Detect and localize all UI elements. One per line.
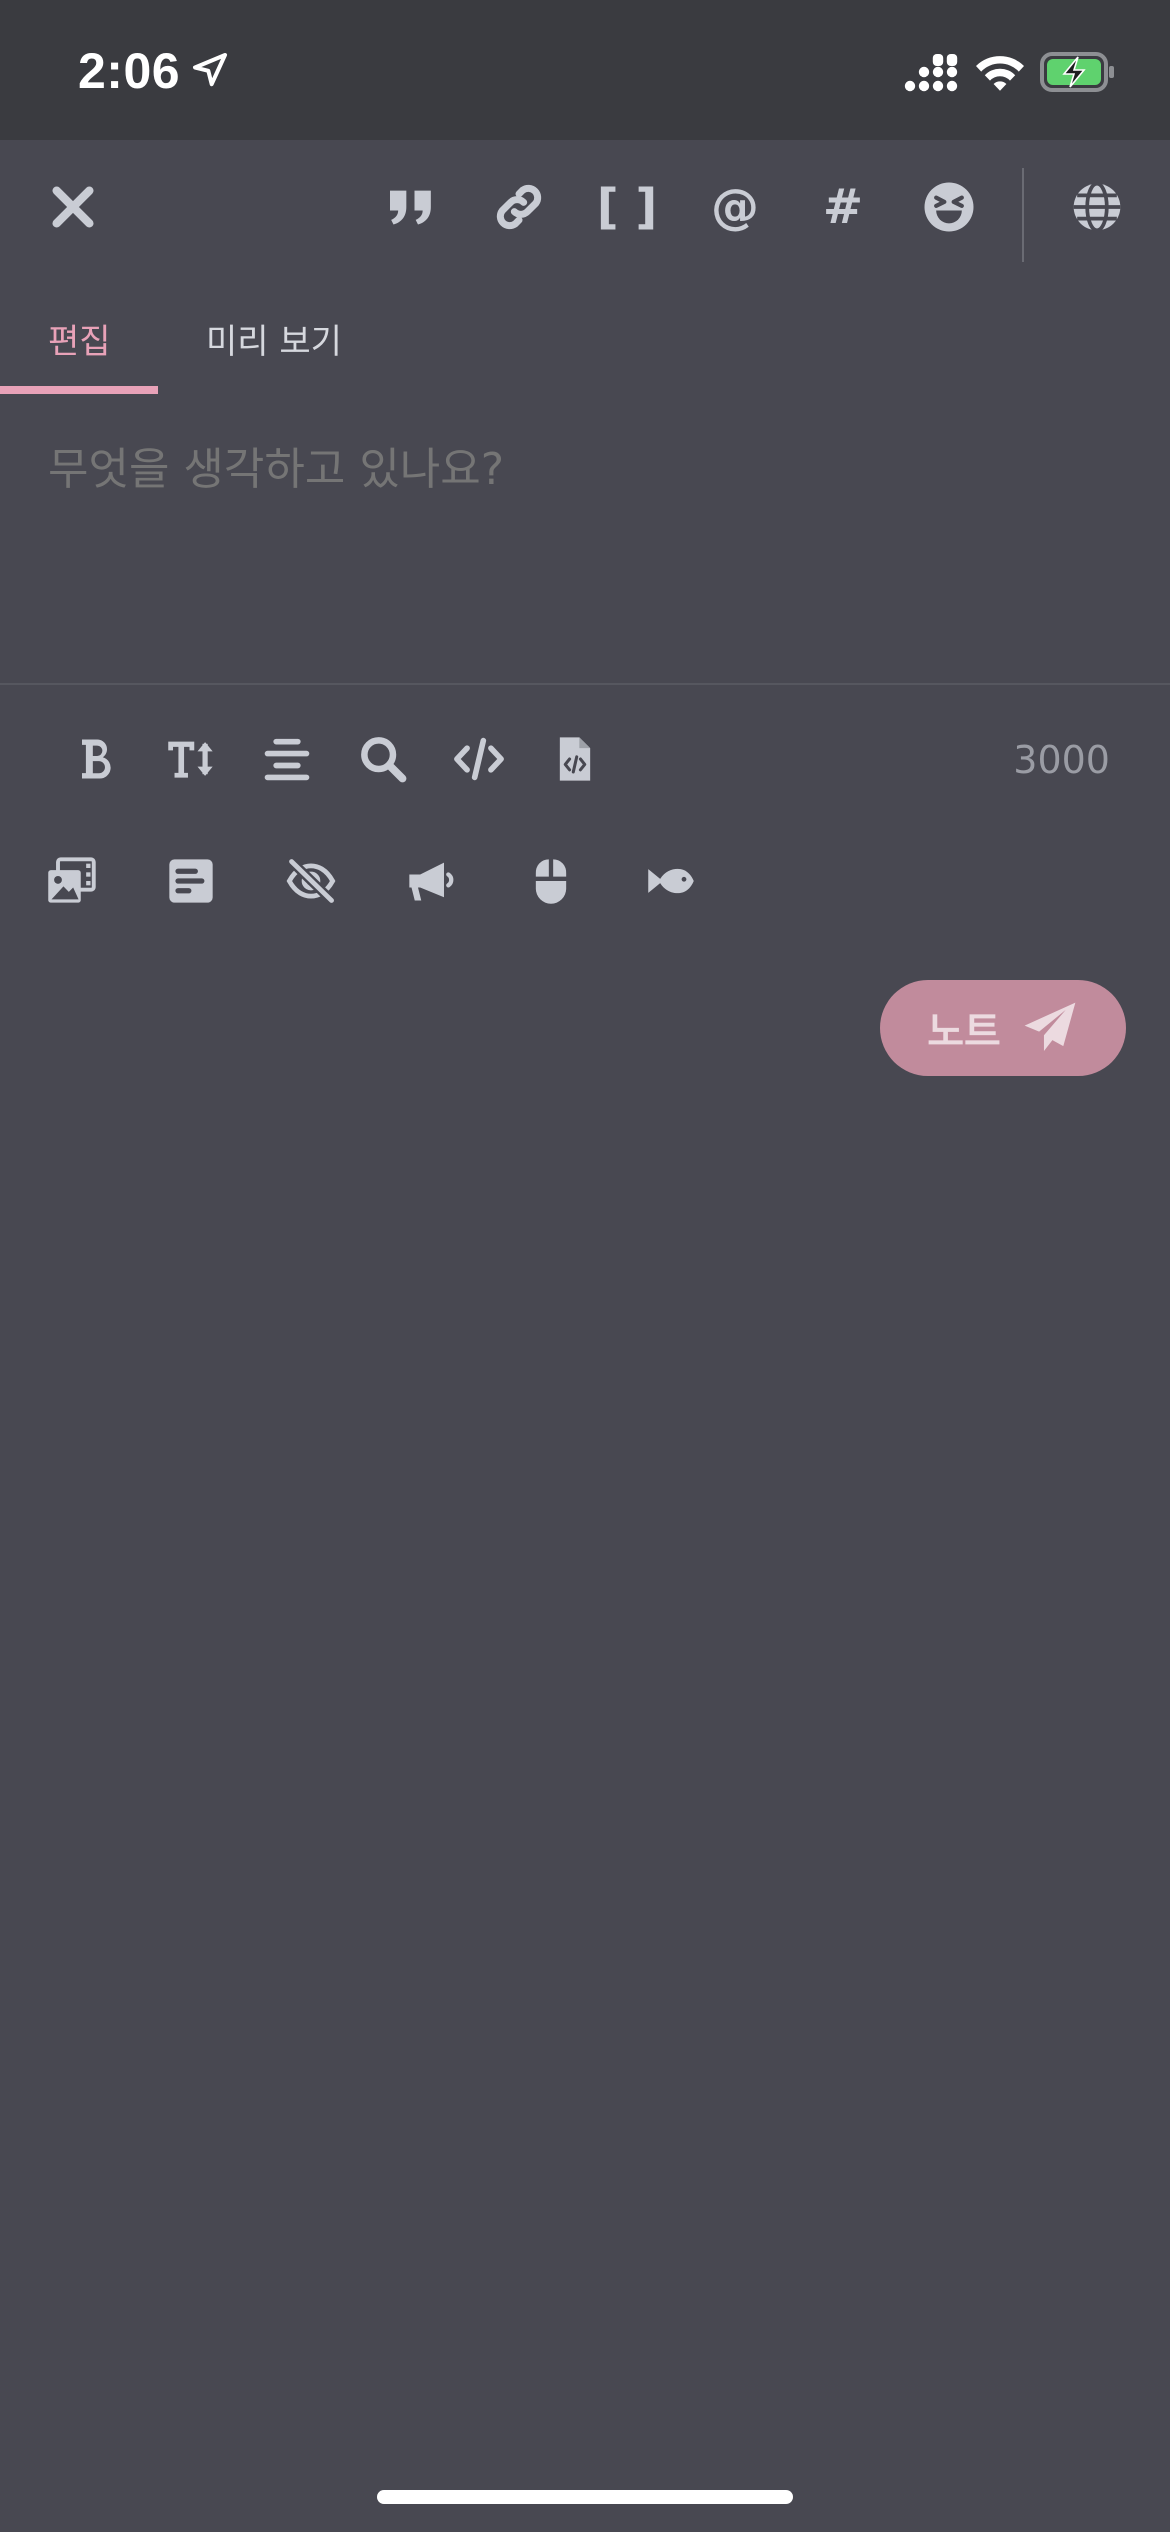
mouse-button[interactable] bbox=[516, 846, 586, 916]
poll-icon bbox=[169, 859, 213, 903]
note-text-input[interactable] bbox=[48, 444, 1118, 495]
hide-content-button[interactable] bbox=[276, 846, 346, 916]
announcement-button[interactable] bbox=[396, 846, 466, 916]
hashtag-label: # bbox=[822, 179, 864, 235]
location-arrow-icon bbox=[193, 53, 227, 87]
mention-label: @ bbox=[711, 179, 759, 235]
images-icon bbox=[48, 857, 96, 903]
compose-toolbar bbox=[0, 140, 1170, 290]
toolbar-divider bbox=[1022, 168, 1024, 262]
emoji-button[interactable] bbox=[914, 172, 984, 242]
poll-button[interactable] bbox=[156, 846, 226, 916]
emoji-icon bbox=[924, 182, 974, 232]
status-time: 2:06 bbox=[78, 43, 181, 99]
editor-divider bbox=[0, 683, 1170, 685]
close-icon bbox=[52, 186, 94, 228]
post-note-label: 노트 bbox=[927, 1010, 1001, 1054]
wifi-icon bbox=[976, 56, 1024, 91]
hashtag-button[interactable]: # bbox=[808, 172, 878, 242]
align-center-icon bbox=[264, 738, 310, 781]
mention-button[interactable]: @ bbox=[700, 172, 770, 242]
quote-button[interactable] bbox=[376, 172, 446, 242]
fish-button[interactable] bbox=[636, 846, 706, 916]
mouse-icon bbox=[535, 859, 567, 904]
battery-charging-icon bbox=[1040, 52, 1114, 92]
remaining-char-count: 3000 bbox=[1013, 738, 1110, 782]
paper-plane-icon bbox=[1024, 1002, 1076, 1051]
visibility-button[interactable] bbox=[1062, 172, 1132, 242]
quote-icon bbox=[390, 190, 431, 225]
hide-content-icon bbox=[286, 858, 336, 904]
tab-preview[interactable]: 미리 보기 bbox=[206, 314, 342, 363]
fish-icon bbox=[648, 868, 694, 894]
text-size-button[interactable] bbox=[156, 724, 226, 794]
editor-tabs bbox=[0, 300, 1170, 396]
search-button[interactable] bbox=[348, 724, 418, 794]
announcement-icon bbox=[409, 862, 454, 901]
text-size-icon bbox=[168, 741, 213, 778]
bold-button[interactable] bbox=[60, 724, 130, 794]
cellular-signal-icon bbox=[904, 54, 958, 92]
brackets-label: [ ] bbox=[596, 179, 658, 235]
close-button[interactable] bbox=[38, 172, 108, 242]
code-file-icon bbox=[559, 737, 591, 781]
globe-icon bbox=[1073, 181, 1121, 233]
link-icon bbox=[496, 184, 542, 230]
align-center-button[interactable] bbox=[252, 724, 322, 794]
home-indicator[interactable] bbox=[377, 2490, 793, 2504]
search-icon bbox=[361, 737, 407, 783]
link-button[interactable] bbox=[484, 172, 554, 242]
post-note-button[interactable]: 노트 bbox=[880, 980, 1126, 1076]
attach-images-button[interactable] bbox=[36, 846, 106, 916]
tab-edit[interactable]: 편집 bbox=[48, 314, 111, 363]
bold-icon bbox=[82, 739, 111, 779]
brackets-button[interactable]: [ ] bbox=[592, 172, 662, 242]
active-tab-indicator bbox=[0, 386, 158, 394]
code-button[interactable] bbox=[444, 724, 514, 794]
code-file-button[interactable] bbox=[540, 724, 610, 794]
code-icon bbox=[454, 737, 504, 781]
